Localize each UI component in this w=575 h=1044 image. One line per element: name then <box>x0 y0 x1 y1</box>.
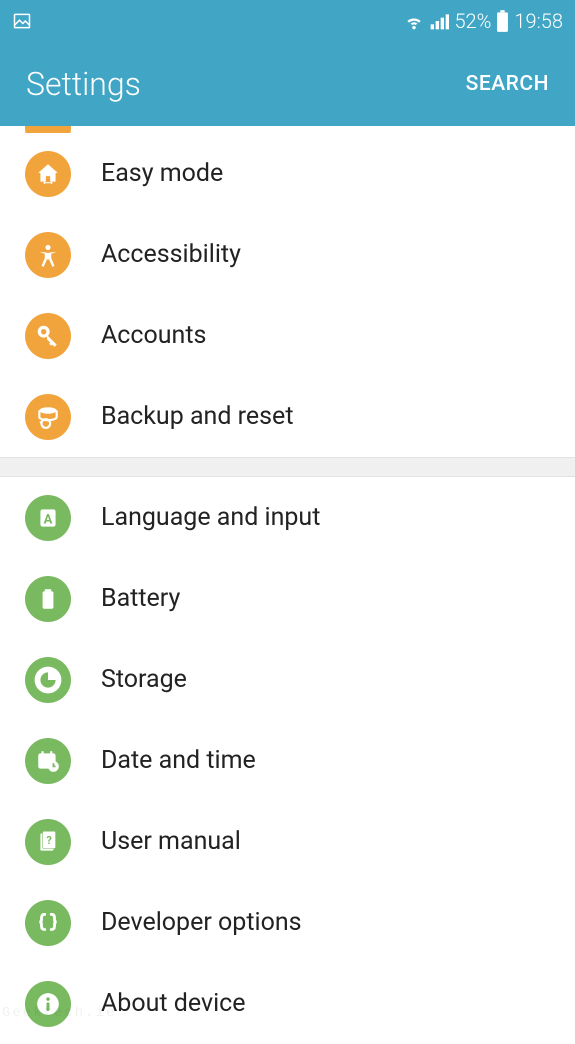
settings-item-label: Date and time <box>101 746 256 775</box>
battery-icon <box>25 576 71 622</box>
settings-item-label: Backup and reset <box>101 402 294 431</box>
picture-notification-icon <box>12 11 32 31</box>
letter-a-icon: A <box>25 495 71 541</box>
settings-item-easy-mode[interactable]: Easy mode <box>0 133 575 214</box>
status-left-group <box>12 11 32 31</box>
settings-item-label: Accounts <box>101 321 206 350</box>
settings-item-label: Storage <box>101 665 187 694</box>
prev-item-partial <box>0 126 575 133</box>
search-button[interactable]: SEARCH <box>466 72 549 96</box>
backup-icon <box>25 394 71 440</box>
settings-item-label: Battery <box>101 584 180 613</box>
group-divider <box>0 457 575 477</box>
settings-item-label: Developer options <box>101 908 302 937</box>
settings-item-label: About device <box>101 989 246 1018</box>
settings-item-label: Easy mode <box>101 159 223 188</box>
svg-text:?: ? <box>46 834 51 847</box>
calendar-clock-icon <box>25 738 71 784</box>
settings-item-label: User manual <box>101 827 241 856</box>
settings-item-backup-reset[interactable]: Backup and reset <box>0 376 575 457</box>
storage-pie-icon <box>25 657 71 703</box>
braces-icon <box>25 900 71 946</box>
status-right-group: 52% 19:58 <box>404 9 563 33</box>
settings-list: Easy mode Accessibility Accounts Backup … <box>0 126 575 1044</box>
settings-item-accessibility[interactable]: Accessibility <box>0 214 575 295</box>
clock-time: 19:58 <box>514 9 563 33</box>
manual-icon: ? <box>25 819 71 865</box>
home-swap-icon <box>25 151 71 197</box>
settings-item-accounts[interactable]: Accounts <box>0 295 575 376</box>
battery-icon <box>496 10 509 32</box>
settings-item-about-device[interactable]: About device <box>0 963 575 1044</box>
settings-item-user-manual[interactable]: ? User manual <box>0 801 575 882</box>
settings-item-label: Accessibility <box>101 240 241 269</box>
status-bar: 52% 19:58 <box>0 0 575 42</box>
settings-item-label: Language and input <box>101 503 320 532</box>
settings-item-language-input[interactable]: A Language and input <box>0 477 575 558</box>
battery-percent: 52% <box>454 9 491 33</box>
settings-item-storage[interactable]: Storage <box>0 639 575 720</box>
signal-icon <box>429 11 449 31</box>
key-icon <box>25 313 71 359</box>
page-title: Settings <box>26 65 141 103</box>
settings-item-date-time[interactable]: Date and time <box>0 720 575 801</box>
app-bar: Settings SEARCH <box>0 42 575 126</box>
wifi-icon <box>404 11 424 31</box>
accessibility-icon <box>25 232 71 278</box>
watermark: Geektech.ie <box>2 1005 116 1021</box>
svg-text:A: A <box>44 512 53 527</box>
settings-item-battery[interactable]: Battery <box>0 558 575 639</box>
settings-item-developer-options[interactable]: Developer options <box>0 882 575 963</box>
